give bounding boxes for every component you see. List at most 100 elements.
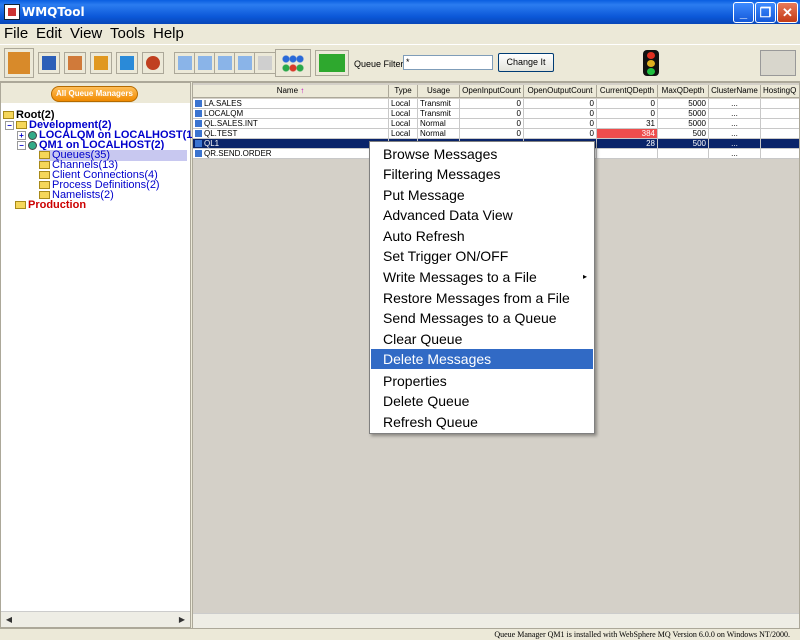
monitor-icon[interactable] [760,50,796,76]
refresh-button[interactable] [64,52,86,74]
collapse-icon[interactable]: − [17,140,26,150]
table-cell-name: QL.SALES.INT [193,119,389,129]
context-menu-item[interactable]: Send Messages to a Queue [371,308,593,328]
column-header-current-q-depth[interactable]: CurrentQDepth [597,85,658,98]
chart-button-4[interactable] [234,52,256,74]
table-row[interactable]: LA.SALES Local Transmit 0 0 0 5000... [193,99,799,109]
filter-button[interactable] [116,52,138,74]
context-menu-item[interactable]: Auto Refresh [371,226,593,246]
context-menu-label: Put Message [383,187,465,203]
column-header-cluster-name[interactable]: ClusterName [709,85,761,98]
table-cell-in: 0 [460,129,524,139]
menu-help[interactable]: Help [153,25,184,42]
chart-button-2[interactable] [194,52,216,74]
table-cell-out: 0 [524,109,597,119]
context-menu-item[interactable]: Delete Messages [371,349,593,369]
chart-button-3[interactable] [214,52,236,74]
context-menu-item[interactable]: Clear Queue [371,329,593,349]
all-queue-managers-button[interactable]: All Queue Managers [51,86,138,102]
table-row[interactable]: QL.SALES.INT Local Normal 0 0 31 5000... [193,119,799,129]
save-button[interactable] [38,52,60,74]
table-row[interactable]: LOCALQM Local Transmit 0 0 0 5000... [193,109,799,119]
hand-icon [68,56,82,70]
context-menu-item[interactable]: Delete Queue [371,391,593,411]
table-cell-depth: 0 [597,109,658,119]
scroll-right-icon[interactable]: ▶ [175,613,189,627]
context-menu-item[interactable]: Filtering Messages [371,164,593,184]
maximize-button[interactable]: ❐ [755,2,776,23]
table-cell-name: QR.SEND.ORDER [193,149,389,159]
table-cell-cluster: ... [709,99,761,109]
context-menu-item[interactable]: Refresh Queue [371,412,593,432]
table-cell-name: LA.SALES [193,99,389,109]
column-header-open-output-count[interactable]: OpenOutputCount [524,85,597,98]
chart-button-5[interactable] [254,52,276,74]
context-menu-item[interactable]: Write Messages to a File ▸ [371,267,593,287]
context-menu-item[interactable]: Properties [371,371,593,391]
change-it-button[interactable]: Change It [498,53,554,72]
gear-icon [146,56,160,70]
table-cell-max: 5000 [658,109,709,119]
tools-button[interactable] [90,52,112,74]
queue-name: QR.SEND.ORDER [204,149,272,158]
filter-icon [120,56,134,70]
table-cell-max: 500 [658,139,709,149]
scroll-left-icon[interactable]: ◀ [2,613,16,627]
context-menu-label: Browse Messages [383,146,498,162]
column-header-max-q-depth[interactable]: MaxQDepth [658,85,709,98]
folder-icon [39,161,50,170]
table-cell-max: 5000 [658,119,709,129]
table-cell-out: 0 [524,119,597,129]
table-cell-depth: 31 [597,119,658,129]
table-cell-max: 5000 [658,99,709,109]
menu-view[interactable]: View [70,25,102,42]
table-row[interactable]: QL.TEST Local Normal 0 0 384 500... [193,129,799,139]
minimize-button[interactable]: _ [733,2,754,23]
tree-header: All Queue Managers [1,83,190,103]
status-lights-button[interactable] [275,49,311,77]
graph-icon [319,54,345,72]
queue-icon [195,130,202,138]
table-cell-depth: 0 [597,99,658,109]
column-header-hosting-q[interactable]: HostingQ [761,85,799,98]
context-menu-item[interactable]: Set Trigger ON/OFF [371,246,593,266]
table-cell-in: 0 [460,109,524,119]
queue-icon [195,110,202,118]
menu-edit[interactable]: Edit [36,25,62,42]
table-cell-hosting [761,149,799,159]
status-bar: Queue Manager QM1 is installed with WebS… [0,628,800,640]
folder-icon [39,171,50,180]
table-cell-cluster: ... [709,119,761,129]
queue-filter-input[interactable]: * [403,55,493,70]
context-menu-label: Delete Messages [383,351,492,367]
column-header-open-input-count[interactable]: OpenInputCount [460,85,524,98]
folder-icon [39,151,50,160]
chart-button-1[interactable] [174,52,196,74]
status-lights-icon [279,53,307,73]
tree-production[interactable]: Production [15,200,86,211]
exit-door-icon [8,52,30,74]
monitor-graph-button[interactable] [315,50,349,76]
column-header-type[interactable]: Type [389,85,418,98]
table-cell-hosting [761,139,799,149]
menu-tools[interactable]: Tools [110,25,145,42]
exit-button[interactable] [4,48,34,78]
context-menu-item[interactable]: Advanced Data View [371,205,593,225]
tree-horizontal-scrollbar[interactable]: ◀ ▶ [1,611,190,627]
folder-icon [39,191,50,200]
grid-horizontal-scrollbar[interactable] [193,613,799,629]
settings-button[interactable] [142,52,164,74]
context-menu-item[interactable]: Put Message [371,185,593,205]
column-header-name[interactable]: Name ↑ [193,85,389,98]
table-cell-in: 0 [460,119,524,129]
collapse-icon[interactable]: − [5,120,14,130]
close-button[interactable]: ✕ [777,2,798,23]
expand-icon[interactable]: + [17,130,26,140]
context-menu-item[interactable]: Restore Messages from a File [371,288,593,308]
menu-file[interactable]: File [4,25,28,42]
context-menu-label: Refresh Queue [383,414,478,430]
context-menu-item[interactable]: Browse Messages [371,144,593,164]
sort-up-icon: ↑ [300,86,305,95]
context-menu-label: Write Messages to a File [383,269,537,285]
column-header-usage[interactable]: Usage [418,85,460,98]
